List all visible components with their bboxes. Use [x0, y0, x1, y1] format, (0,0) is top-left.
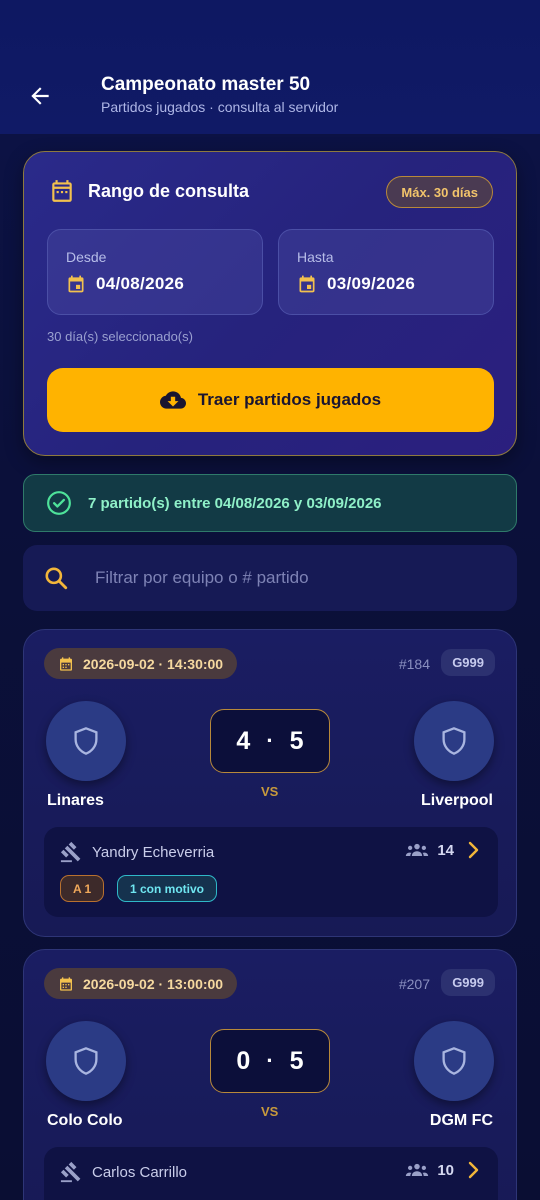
home-team-logo: [46, 1021, 126, 1101]
shield-icon: [74, 727, 98, 755]
search-bar: [23, 545, 517, 611]
calendar-icon: [52, 180, 72, 202]
range-title-row: Rango de consulta: [49, 178, 249, 204]
shield-icon: [442, 1047, 466, 1075]
page-title: Campeonato master 50: [101, 74, 311, 95]
people-icon: [406, 1163, 429, 1176]
tag-reason: 1 con motivo: [117, 875, 218, 902]
fetch-matches-label: Traer partidos jugados: [197, 390, 382, 409]
tag-category: A 1: [60, 875, 105, 902]
home-score: 4: [236, 726, 251, 755]
chevron-right-icon: [468, 1161, 479, 1179]
group-badge: G999: [441, 649, 495, 676]
from-date-field[interactable]: Desde 04/08/2026: [47, 229, 263, 315]
calendar-icon: [68, 275, 84, 293]
calendar-icon: [299, 275, 315, 293]
range-title: Rango de consulta: [88, 180, 250, 201]
result-text: 7 partido(s) entre 04/08/2026 y 03/09/20…: [88, 494, 382, 512]
chevron-right-icon: [468, 841, 479, 859]
page-subtitle: Partidos jugados · consulta al servidor: [101, 99, 339, 115]
referee-name: Yandry Echeverria: [92, 843, 215, 861]
away-team-name: DGM FC: [429, 1112, 493, 1129]
from-date-label: Desde: [66, 249, 107, 265]
match-datetime-text: 2026-09-02 · 13:00:00: [83, 975, 224, 992]
match-datetime: 2026-09-02 · 13:00:00: [44, 968, 238, 999]
from-date-value: 04/08/2026: [96, 274, 185, 293]
shield-icon: [74, 1047, 98, 1075]
to-date-label: Hasta: [297, 249, 334, 265]
app-bar: Campeonato master 50 Partidos jugados · …: [0, 0, 540, 134]
match-number: #184: [398, 656, 430, 672]
match-card[interactable]: 2026-09-02 · 14:30:00 #184 G999 4 · 5 VS…: [23, 629, 517, 937]
result-banner: 7 partido(s) entre 04/08/2026 y 03/09/20…: [23, 474, 517, 532]
to-date-value: 03/09/2026: [327, 274, 416, 293]
match-datetime-text: 2026-09-02 · 14:30:00: [83, 655, 224, 672]
score-separator: ·: [266, 1048, 274, 1073]
players-count: 14: [437, 841, 454, 859]
away-team-logo: [414, 1021, 494, 1101]
search-icon: [45, 567, 68, 590]
gavel-icon: [60, 1161, 81, 1183]
gavel-icon: [60, 841, 81, 863]
score-separator: ·: [266, 728, 274, 753]
calendar-icon: [60, 976, 72, 991]
home-score: 0: [236, 1046, 251, 1075]
referee-panel[interactable]: Yandry Echeverria 14 A 1 1 con motivo: [44, 827, 498, 917]
players-link[interactable]: 14: [405, 841, 480, 859]
home-team-name: Colo Colo: [47, 1112, 123, 1129]
home-team-name: Linares: [47, 792, 104, 809]
range-card: Rango de consulta Máx. 30 días Desde 04/…: [23, 151, 517, 456]
match-card[interactable]: 2026-09-02 · 13:00:00 #207 G999 0 · 5 VS…: [23, 949, 517, 1200]
score-box: 0 · 5: [210, 1029, 330, 1093]
away-team-name: Liverpool: [420, 792, 493, 809]
away-team-logo: [414, 701, 494, 781]
arrow-left-icon: [31, 87, 49, 105]
players-link[interactable]: 10: [405, 1161, 480, 1179]
calendar-icon: [60, 656, 72, 671]
away-score: 5: [289, 1046, 304, 1075]
search-input[interactable]: [95, 568, 495, 588]
vs-label: VS: [261, 784, 279, 799]
fetch-matches-button[interactable]: Traer partidos jugados: [47, 368, 494, 432]
selected-days-count: 30 día(s) seleccionado(s): [47, 329, 193, 344]
check-circle-icon: [47, 491, 71, 515]
shield-icon: [442, 727, 466, 755]
away-score: 5: [289, 726, 304, 755]
referee-panel[interactable]: Carlos Carrillo 10: [44, 1147, 498, 1200]
home-team-logo: [46, 701, 126, 781]
score-box: 4 · 5: [210, 709, 330, 773]
match-datetime: 2026-09-02 · 14:30:00: [44, 648, 238, 679]
max-days-badge: Máx. 30 días: [386, 176, 493, 208]
people-icon: [406, 843, 429, 856]
players-count: 10: [437, 1161, 454, 1179]
referee-name: Carlos Carrillo: [92, 1163, 188, 1181]
back-button[interactable]: [22, 78, 58, 114]
group-badge: G999: [441, 969, 495, 996]
to-date-field[interactable]: Hasta 03/09/2026: [278, 229, 494, 315]
vs-label: VS: [261, 1104, 279, 1119]
match-number: #207: [398, 976, 430, 992]
cloud-download-icon: [159, 391, 186, 409]
